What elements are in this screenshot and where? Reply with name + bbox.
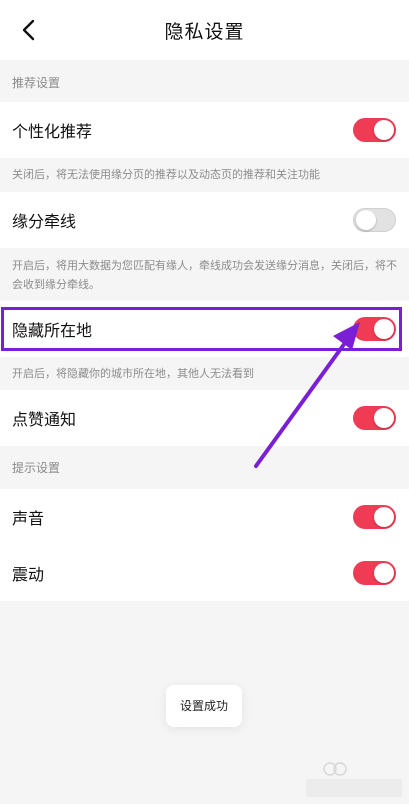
personalized-toggle[interactable]	[353, 118, 396, 142]
section-header-prompt: 提示设置	[12, 461, 61, 475]
setting-label: 个性化推荐	[12, 122, 93, 141]
toggle-knob	[374, 120, 394, 140]
toggle-knob	[374, 563, 394, 583]
vibrate-toggle[interactable]	[353, 561, 396, 585]
toast-message: 设置成功	[166, 685, 242, 727]
setting-label: 点赞通知	[12, 410, 77, 429]
fate-line-toggle[interactable]	[353, 208, 396, 232]
setting-row-vibrate[interactable]: 震动	[0, 545, 409, 601]
annotation-highlight-box	[1, 307, 402, 351]
toggle-knob	[356, 210, 376, 230]
toggle-knob	[374, 408, 394, 428]
setting-label: 声音	[12, 509, 45, 528]
setting-row-fate-line[interactable]: 缘分牵线	[0, 192, 409, 248]
like-notify-toggle[interactable]	[353, 406, 396, 430]
setting-row-sound[interactable]: 声音	[0, 489, 409, 545]
section-header-recommend: 推荐设置	[12, 76, 61, 90]
watermark-icon	[306, 762, 402, 797]
setting-row-like-notify[interactable]: 点赞通知	[0, 390, 409, 446]
setting-row-personalized[interactable]: 个性化推荐	[0, 102, 409, 158]
setting-description: 开启后，将用大数据为您匹配有缘人，牵线成功会发送缘分消息，关闭后，将不会收到缘分…	[12, 259, 397, 291]
toggle-knob	[374, 507, 394, 527]
setting-description: 开启后，将隐藏你的城市所在地，其他人无法看到	[12, 367, 254, 380]
setting-label: 震动	[12, 565, 45, 584]
setting-description: 关闭后，将无法使用缘分页的推荐以及动态页的推荐和关注功能	[12, 168, 320, 181]
setting-label: 缘分牵线	[12, 212, 77, 231]
page-title: 隐私设置	[164, 21, 245, 43]
header-bar: 隐私设置	[0, 0, 409, 60]
sound-toggle[interactable]	[353, 505, 396, 529]
